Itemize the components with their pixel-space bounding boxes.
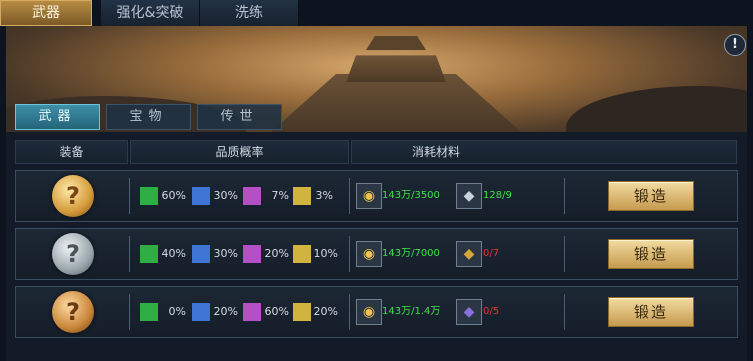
equipment-icon[interactable]: ? [52, 175, 94, 217]
ore-amount: 0/7 [483, 248, 500, 259]
header-materials-label: 消耗材料 [412, 145, 461, 159]
divider [349, 294, 350, 330]
top-tab-bar: 武器 强化&突破 洗练 [0, 0, 753, 26]
coin-amount: 143万/7000 [382, 248, 440, 259]
coin-icon[interactable]: ◉ [356, 183, 382, 209]
forge-row: ? 0% 20% 60% 20% ◉ 143万/1.4万 ◆ 0/5 锻造 [15, 286, 738, 338]
blue-pct: 30% [213, 189, 238, 202]
ore-amount: 128/9 [483, 190, 512, 201]
header-equip: 装备 [15, 140, 128, 164]
coin-amount: 143万/3500 [382, 190, 440, 201]
forge-row: ? 40% 30% 20% 10% ◉ 143万/7000 ◆ 0/7 锻造 [15, 228, 738, 280]
divider [564, 236, 565, 272]
ore-icon[interactable]: ◆ [456, 299, 482, 325]
divider [349, 178, 350, 214]
yellow-pct: 20% [313, 305, 338, 318]
header-materials: 消耗材料 [351, 140, 737, 164]
ore-icon[interactable]: ◆ [456, 183, 482, 209]
forge-button[interactable]: 锻造 [608, 181, 694, 211]
ore-icon[interactable]: ◆ [456, 241, 482, 267]
yellow-pct: 10% [313, 247, 338, 260]
sub-tab-bar: 武器 宝物 传世 [15, 104, 288, 130]
tab-weapon[interactable]: 武器 [0, 0, 93, 26]
tab-enhance-breakthrough[interactable]: 强化&突破 [101, 0, 200, 26]
purple-pct: 20% [264, 247, 289, 260]
divider [349, 236, 350, 272]
subtab-weapon[interactable]: 武器 [15, 104, 100, 130]
forge-button[interactable]: 锻造 [608, 297, 694, 327]
info-icon[interactable]: ! [724, 34, 746, 56]
coin-amount: 143万/1.4万 [382, 306, 441, 317]
blue-pct: 20% [213, 305, 238, 318]
header-quality: 品质概率 [130, 140, 349, 164]
coin-icon[interactable]: ◉ [356, 299, 382, 325]
divider [129, 178, 130, 214]
equipment-icon[interactable]: ? [52, 233, 94, 275]
yellow-pct: 3% [315, 189, 333, 202]
ore-amount: 0/5 [483, 306, 500, 317]
divider [129, 236, 130, 272]
forge-row: ? 60% 30% 7% 3% ◉ 143万/3500 ◆ 128/9 锻造 [15, 170, 738, 222]
purple-pct: 60% [264, 305, 289, 318]
subtab-heirloom[interactable]: 传世 [197, 104, 282, 130]
green-pct: 60% [161, 189, 186, 202]
blue-pct: 30% [213, 247, 238, 260]
divider [129, 294, 130, 330]
coin-icon[interactable]: ◉ [356, 241, 382, 267]
green-pct: 40% [161, 247, 186, 260]
tab-refine[interactable]: 洗练 [200, 0, 299, 26]
divider [564, 294, 565, 330]
equipment-icon[interactable]: ? [52, 291, 94, 333]
green-pct: 0% [168, 305, 186, 318]
divider [564, 178, 565, 214]
subtab-treasure[interactable]: 宝物 [106, 104, 191, 130]
forge-button[interactable]: 锻造 [608, 239, 694, 269]
purple-pct: 7% [271, 189, 289, 202]
